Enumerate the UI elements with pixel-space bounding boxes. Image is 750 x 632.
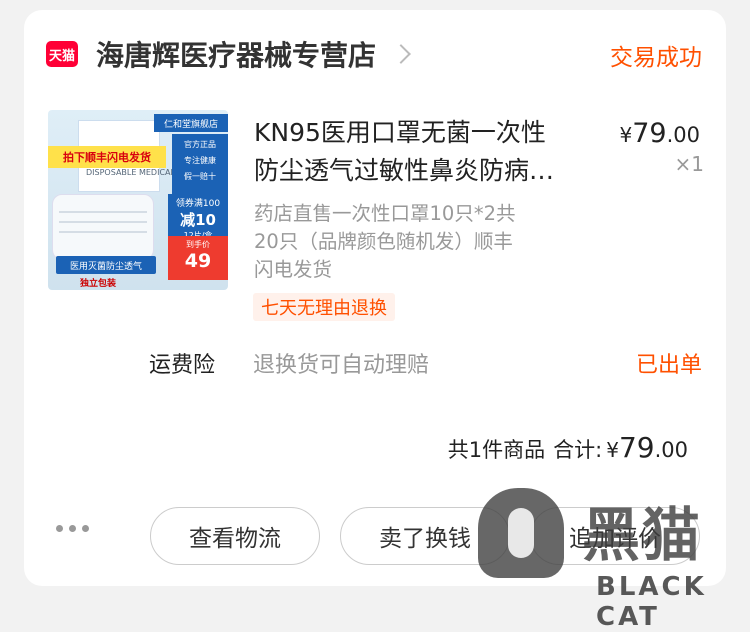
total-dec: .00 <box>654 438 688 462</box>
sku-line: 闪电发货 <box>254 258 333 281</box>
total-currency: ¥ <box>606 438 619 462</box>
shipping-insurance-label: 运费险 <box>149 353 216 378</box>
image-ribbon: 拍下顺丰闪电发货 <box>48 146 166 168</box>
image-strip: 医用灭菌防尘透气 <box>56 256 156 274</box>
product-title-line: KN95医用口罩无菌一次性 <box>254 118 546 147</box>
image-price-label: 到手价 <box>186 240 210 249</box>
order-card: 天猫 海唐辉医疗器械专营店 交易成功 DISPOSABLE MEDICAL MA… <box>24 10 726 586</box>
image-tags: 官方正品 专注健康 假一赔十 <box>172 134 228 194</box>
order-summary: 共1件商品 合计: ¥79.00 <box>448 431 688 464</box>
sku-line: 药店直售一次性口罩10只*2共 <box>254 202 516 225</box>
price-currency: ¥ <box>619 123 633 147</box>
coupon-line: 领券满100 <box>175 199 221 209</box>
item-count: 共1件商品 <box>447 438 546 462</box>
store-header[interactable]: 天猫 海唐辉医疗器械专营店 <box>46 32 411 76</box>
shipping-insurance-status[interactable]: 已出单 <box>636 347 702 379</box>
price-dec: .00 <box>666 123 700 147</box>
image-coupon: 领券满100 减10 12片/盒 <box>168 194 228 240</box>
product-title-line: 防尘透气过敏性鼻炎防病… <box>254 156 555 185</box>
price-int: 79 <box>632 118 667 149</box>
resell-button[interactable]: 卖了换钱 <box>340 507 510 565</box>
shipping-insurance-text: 退换货可自动理赔 <box>253 353 430 378</box>
coupon-line: 减10 <box>180 211 216 229</box>
view-logistics-button[interactable]: 查看物流 <box>150 507 320 565</box>
image-pack: 独立包装 <box>80 279 117 289</box>
mask-graphic <box>52 194 154 260</box>
total-int: 79 <box>618 431 655 464</box>
total-amount: ¥79.00 <box>606 431 688 464</box>
order-status: 交易成功 <box>610 45 702 71</box>
more-options-icon[interactable] <box>56 525 89 532</box>
image-tag: 假一赔十 <box>184 172 216 181</box>
product-image[interactable]: DISPOSABLE MEDICAL MASK 仁和堂旗舰店 官方正品 专注健康… <box>48 110 228 290</box>
image-price: 到手价 49 <box>168 236 228 280</box>
store-name[interactable]: 海唐辉医疗器械专营店 <box>96 34 376 74</box>
add-review-button[interactable]: 追加评价 <box>530 507 700 565</box>
product-quantity: ×1 <box>674 152 704 176</box>
image-tag: 专注健康 <box>184 156 216 165</box>
image-brand: 仁和堂旗舰店 <box>154 114 228 132</box>
image-price-value: 49 <box>184 250 212 272</box>
image-tag: 官方正品 <box>184 140 216 149</box>
total-label: 合计: <box>553 438 603 462</box>
chevron-right-icon[interactable] <box>391 44 411 64</box>
sku-line: 20只（品牌颜色随机发）顺丰 <box>254 230 513 253</box>
product-title[interactable]: KN95医用口罩无菌一次性 防尘透气过敏性鼻炎防病… <box>254 114 594 190</box>
product-sku: 药店直售一次性口罩10只*2共 20只（品牌颜色随机发）顺丰 闪电发货 <box>254 200 584 284</box>
product-price: ¥79.00 <box>620 118 701 149</box>
return-policy-badge: 七天无理由退换 <box>253 293 395 321</box>
tmall-logo-icon: 天猫 <box>46 41 78 67</box>
